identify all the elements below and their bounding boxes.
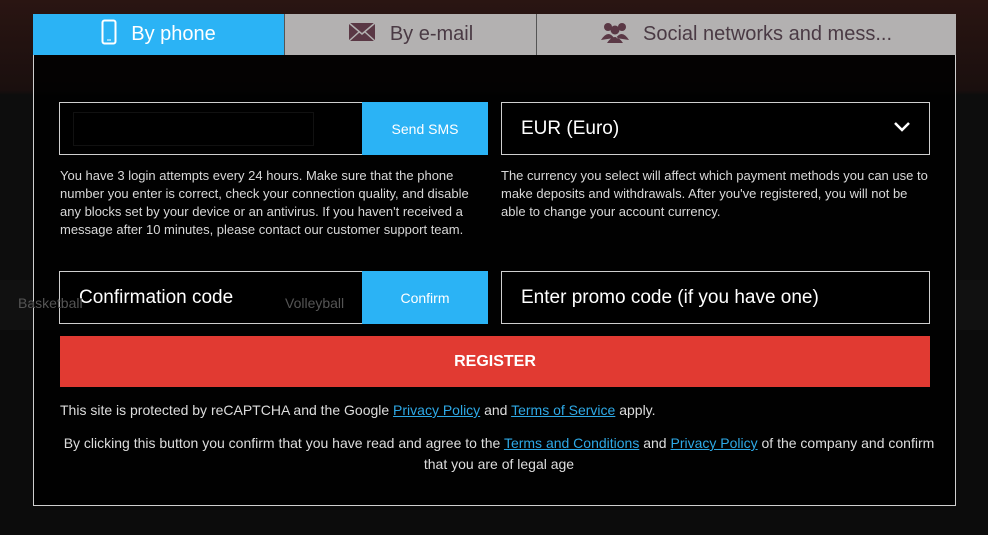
tab-by-email[interactable]: By e-mail [285, 14, 537, 55]
currency-select[interactable]: EUR (Euro) [501, 102, 930, 155]
phone-input[interactable]: Send SMS [59, 102, 488, 155]
privacy-policy-link[interactable]: Privacy Policy [670, 435, 757, 451]
text: By clicking this button you confirm that… [63, 435, 504, 451]
terms-of-service-link[interactable]: Terms of Service [511, 402, 615, 418]
text: and [480, 402, 512, 418]
currency-value: EUR (Euro) [521, 118, 620, 139]
users-icon [601, 21, 629, 49]
phone-help-text: You have 3 login attempts every 24 hours… [60, 168, 469, 237]
text: This site is protected by reCAPTCHA and … [60, 402, 394, 418]
tab-social[interactable]: Social networks and mess... [537, 14, 956, 55]
chevron-down-icon [893, 120, 911, 139]
confirmation-placeholder: Confirmation code [79, 287, 234, 308]
currency-help-text: The currency you select will affect whic… [501, 168, 928, 219]
phone-icon [101, 19, 117, 51]
register-button[interactable]: REGISTER [60, 336, 930, 387]
tab-label: By phone [131, 23, 216, 45]
send-sms-button[interactable]: Send SMS [362, 102, 488, 155]
tab-by-phone[interactable]: By phone [33, 14, 285, 55]
registration-modal: By phone By e-mail Social networks and m… [33, 14, 956, 506]
agreement-notice: By clicking this button you confirm that… [54, 433, 944, 475]
text: apply. [615, 402, 656, 418]
confirm-button[interactable]: Confirm [362, 271, 488, 324]
tab-label: By e-mail [389, 23, 474, 45]
envelope-icon [348, 21, 376, 48]
redacted-phone [73, 112, 314, 146]
privacy-policy-link[interactable]: Privacy Policy [393, 402, 480, 418]
terms-and-conditions-link[interactable]: Terms and Conditions [504, 435, 639, 451]
text: and [639, 435, 671, 451]
tab-label: Social networks and mess... [643, 23, 892, 45]
registration-tabs: By phone By e-mail Social networks and m… [33, 14, 956, 55]
promo-code-input[interactable]: Enter promo code (if you have one) [501, 271, 930, 324]
recaptcha-notice: This site is protected by reCAPTCHA and … [60, 400, 656, 421]
confirmation-code-input[interactable]: Confirmation code Confirm [59, 271, 488, 324]
promo-placeholder: Enter promo code (if you have one) [521, 287, 819, 308]
